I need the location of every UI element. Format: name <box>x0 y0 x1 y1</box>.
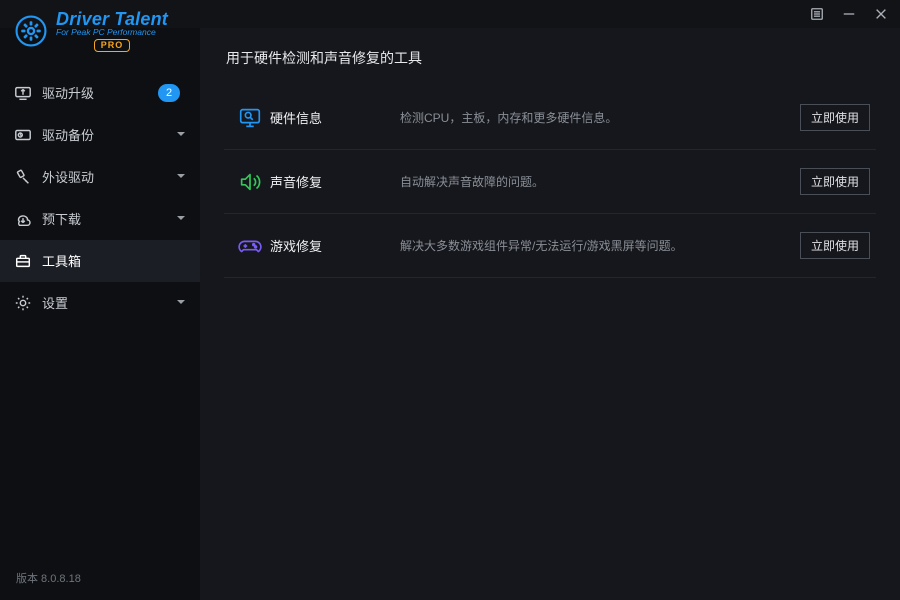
tool-desc: 解决大多数游戏组件异常/无法运行/游戏黑屏等问题。 <box>400 237 800 254</box>
version-label: 版本 8.0.8.18 <box>0 560 200 600</box>
sidebar-item-label: 预下载 <box>42 209 176 228</box>
close-icon[interactable] <box>872 5 890 23</box>
use-now-button[interactable]: 立即使用 <box>800 104 870 131</box>
chevron-down-icon <box>176 169 186 184</box>
driver-backup-icon <box>14 126 32 144</box>
brand-tagline: For Peak PC Performance <box>56 28 168 37</box>
main-panel: 用于硬件检测和声音修复的工具 硬件信息 检测CPU，主板，内存和更多硬件信息。 … <box>200 28 900 600</box>
chevron-down-icon <box>176 127 186 142</box>
logo: Driver Talent For Peak PC Performance PR… <box>0 8 200 66</box>
use-now-button[interactable]: 立即使用 <box>800 232 870 259</box>
tool-desc: 检测CPU，主板，内存和更多硬件信息。 <box>400 109 800 126</box>
sidebar-item-label: 外设驱动 <box>42 167 176 186</box>
tool-row-hardware-info: 硬件信息 检测CPU，主板，内存和更多硬件信息。 立即使用 <box>224 86 876 150</box>
sidebar-item-predownload[interactable]: 预下载 <box>0 198 200 240</box>
sidebar-item-toolbox[interactable]: 工具箱 <box>0 240 200 282</box>
brand-name: Driver Talent <box>56 10 168 28</box>
sidebar-item-label: 设置 <box>42 293 176 312</box>
peripheral-icon <box>14 168 32 186</box>
tool-name: 游戏修复 <box>270 236 400 255</box>
predownload-icon <box>14 210 32 228</box>
game-fix-icon <box>230 233 270 259</box>
sidebar-item-driver-update[interactable]: 驱动升级 2 <box>0 72 200 114</box>
tool-desc: 自动解决声音故障的问题。 <box>400 173 800 190</box>
sidebar-item-settings[interactable]: 设置 <box>0 282 200 324</box>
hardware-info-icon <box>230 105 270 131</box>
use-now-button[interactable]: 立即使用 <box>800 168 870 195</box>
sidebar-item-label: 工具箱 <box>42 251 186 270</box>
app-body: Driver Talent For Peak PC Performance PR… <box>0 28 900 600</box>
sidebar: Driver Talent For Peak PC Performance PR… <box>0 28 200 600</box>
settings-icon <box>14 294 32 312</box>
toolbox-icon <box>14 252 32 270</box>
update-count-badge: 2 <box>158 84 180 102</box>
page-title: 用于硬件检测和声音修复的工具 <box>226 48 876 68</box>
sidebar-nav: 驱动升级 2 驱动备份 <box>0 72 200 324</box>
sidebar-item-driver-backup[interactable]: 驱动备份 <box>0 114 200 156</box>
sidebar-item-peripheral[interactable]: 外设驱动 <box>0 156 200 198</box>
logo-icon <box>14 14 48 48</box>
minimize-icon[interactable] <box>840 5 858 23</box>
driver-update-icon <box>14 84 32 102</box>
tool-row-game-fix: 游戏修复 解决大多数游戏组件异常/无法运行/游戏黑屏等问题。 立即使用 <box>224 214 876 278</box>
sound-fix-icon <box>230 169 270 195</box>
sidebar-item-label: 驱动升级 <box>42 83 158 102</box>
sidebar-item-label: 驱动备份 <box>42 125 176 144</box>
edition-badge: PRO <box>94 39 131 52</box>
chevron-down-icon <box>176 295 186 310</box>
tool-row-sound-fix: 声音修复 自动解决声音故障的问题。 立即使用 <box>224 150 876 214</box>
chevron-down-icon <box>176 211 186 226</box>
tool-name: 硬件信息 <box>270 108 400 127</box>
tool-name: 声音修复 <box>270 172 400 191</box>
menu-icon[interactable] <box>808 5 826 23</box>
